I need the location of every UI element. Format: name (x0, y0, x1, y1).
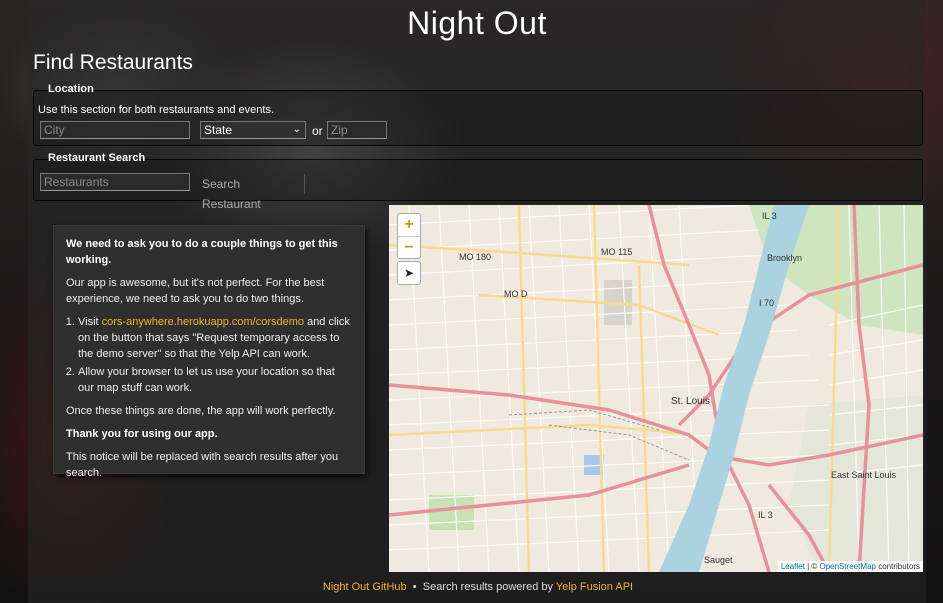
location-fieldset: Location Use this section for both resta… (33, 83, 923, 146)
map-label-il3-top: IL 3 (762, 211, 777, 221)
or-label: or (312, 124, 323, 138)
location-legend: Location (48, 83, 94, 95)
restaurant-search-input[interactable]: Restaurants (40, 173, 190, 191)
search-restaurant-button[interactable]: Search Restaurant (199, 174, 305, 211)
chevron-down-icon: ⌄ (292, 124, 301, 135)
cors-demo-link[interactable]: cors-anywhere.herokuapp.com/corsdemo (102, 316, 304, 328)
restaurant-search-legend: Restaurant Search (48, 152, 146, 164)
map-label-mo180: MO 180 (459, 252, 492, 262)
restaurant-search-fieldset: Restaurant Search Restaurants Search Res… (33, 152, 923, 211)
map-view[interactable]: + − ➤ MO 180 MO 115 MO D IL 3 Brooklyn I… (389, 205, 923, 572)
zip-input[interactable]: Zip (327, 121, 387, 139)
map-label-st-louis: St. Louis (671, 396, 710, 407)
github-link[interactable]: Night Out GitHub (323, 581, 407, 593)
notice-intro: Our app is awesome, but it's not perfect… (66, 277, 325, 305)
map-label-il3-bottom: IL 3 (758, 510, 773, 520)
notice-heading: We need to ask you to do a couple things… (66, 238, 338, 266)
notice-step-1: Visit cors-anywhere.herokuapp.com/corsde… (78, 314, 352, 362)
notice-done: Once these things are done, the app will… (66, 405, 336, 417)
footer-separator: • (412, 581, 417, 593)
footer: Night Out GitHub • Search results powere… (30, 577, 926, 597)
osm-link[interactable]: OpenStreetMap (819, 562, 875, 571)
app-title: Night Out (407, 5, 547, 41)
map-label-mod: MO D (504, 289, 528, 299)
leaflet-link[interactable]: Leaflet (781, 562, 805, 571)
section-title: Find Restaurants (33, 51, 193, 74)
locate-icon[interactable]: ➤ (397, 261, 421, 285)
notice-thanks: Thank you for using our app. (66, 428, 218, 440)
location-hint: Use this section for both restaurants an… (38, 104, 275, 116)
setup-notice: We need to ask you to do a couple things… (53, 225, 365, 479)
zoom-in-button[interactable]: + (398, 214, 420, 237)
map-label-brooklyn: Brooklyn (767, 253, 803, 263)
footer-powered-text: Search results powered by (422, 581, 556, 593)
map-label-i70: I 70 (759, 298, 775, 308)
yelp-api-link[interactable]: Yelp Fusion API (556, 581, 633, 593)
zoom-out-button[interactable]: − (398, 237, 420, 259)
map-attribution: Leaflet | © OpenStreetMap contributors (777, 561, 923, 572)
zoom-control: + − (397, 213, 421, 259)
notice-steps: Visit cors-anywhere.herokuapp.com/corsde… (66, 314, 352, 396)
state-select[interactable]: State ⌄ (200, 121, 306, 139)
map-label-east-st-louis: East Saint Louis (831, 470, 897, 480)
map-label-sauget: Sauget (704, 555, 733, 565)
city-input[interactable]: City (40, 121, 190, 139)
notice-step-2: Allow your browser to let us use your lo… (78, 364, 352, 396)
map-label-mo115: MO 115 (601, 247, 633, 257)
notice-replace-note: This notice will be replaced with search… (66, 451, 339, 479)
